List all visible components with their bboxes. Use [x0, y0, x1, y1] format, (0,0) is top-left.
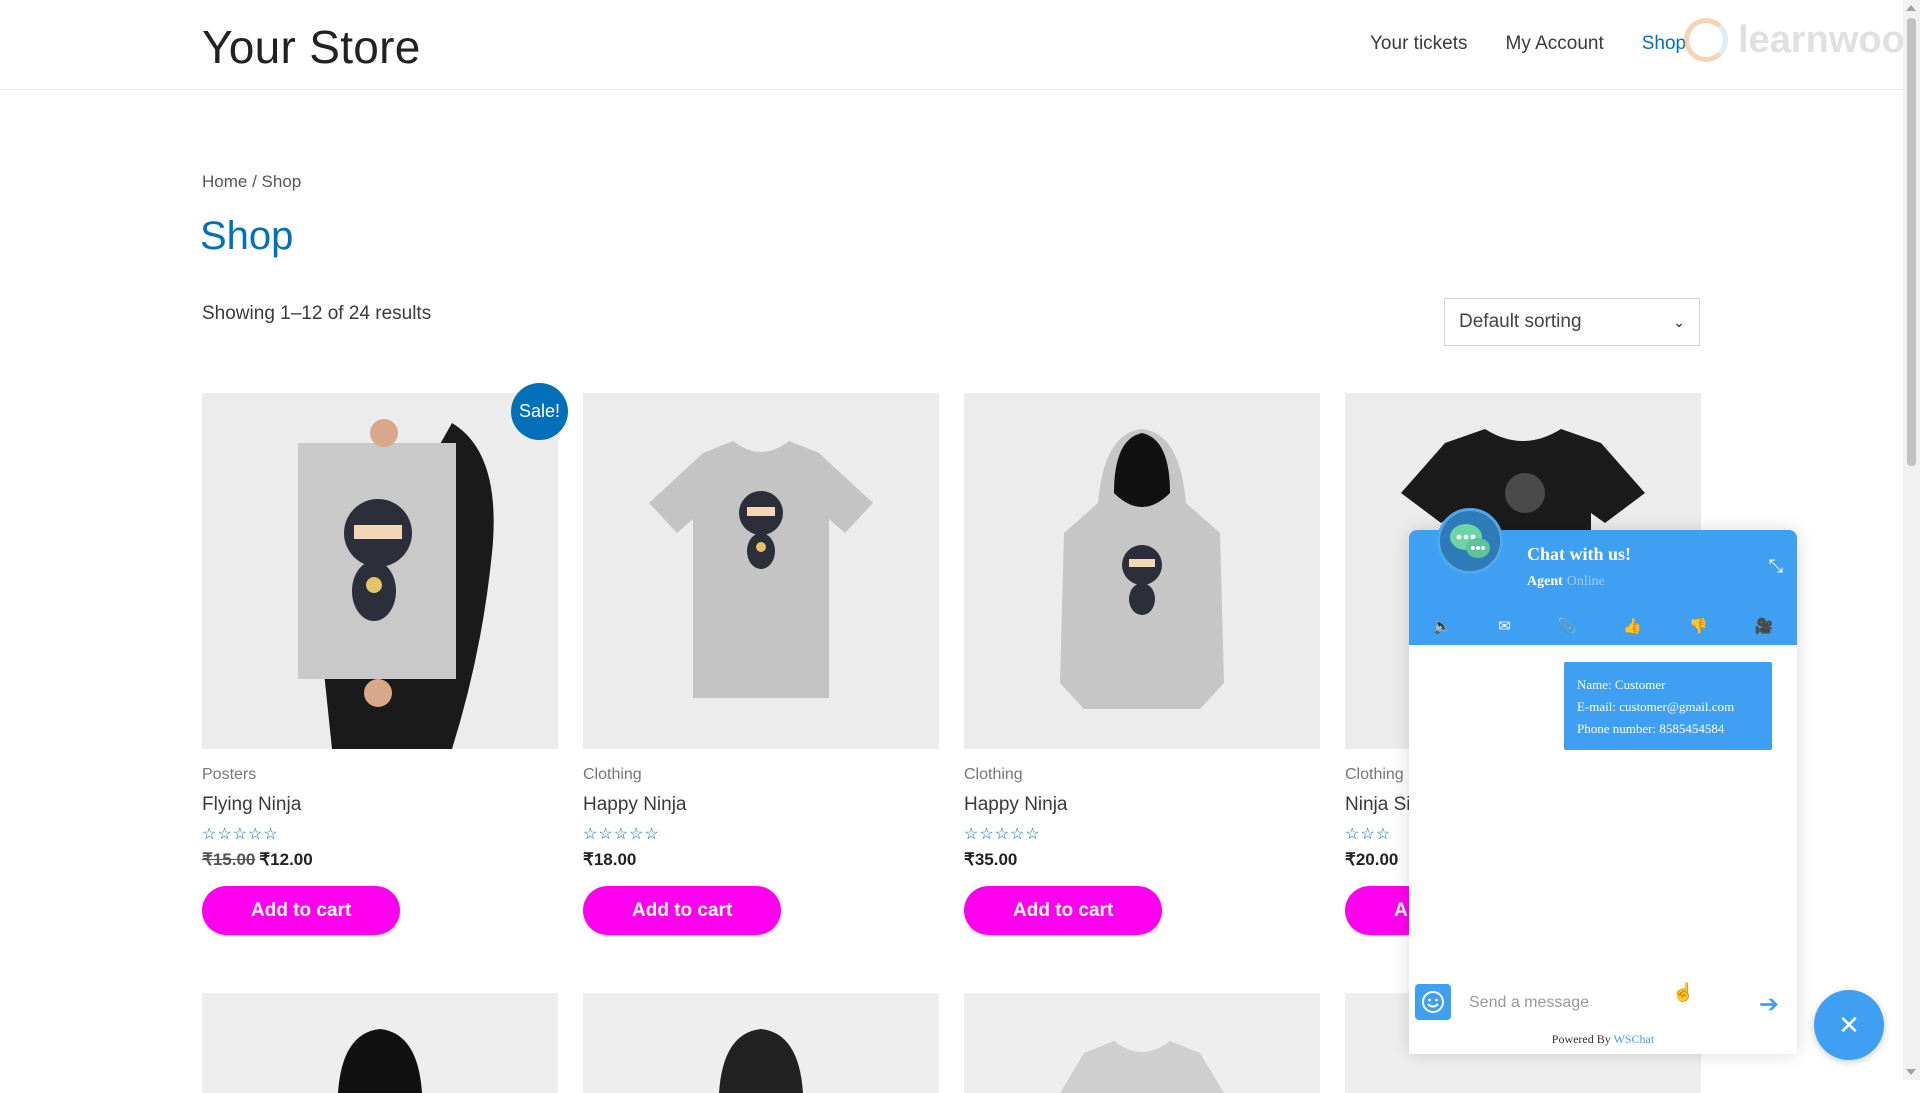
chat-close-button[interactable]: ✕	[1814, 990, 1884, 1060]
powered-by-text: Powered By	[1551, 1032, 1614, 1046]
breadcrumb-home[interactable]: Home	[202, 172, 247, 191]
thumbs-up-icon[interactable]: 👍	[1623, 617, 1642, 635]
product-sale-price: ₹12.00	[259, 850, 313, 869]
add-to-cart-button[interactable]: Add to cart	[964, 886, 1163, 935]
result-count: Showing 1–12 of 24 results	[202, 303, 432, 324]
product-image[interactable]	[202, 993, 558, 1093]
ninja-hoodie-image	[964, 393, 1320, 749]
product-price: ₹18.00	[583, 850, 637, 869]
speaker-icon[interactable]: 🔈	[1432, 617, 1451, 635]
sorting-select[interactable]: Default sorting ⌄	[1444, 298, 1700, 346]
thumbs-down-icon[interactable]: 👎	[1689, 617, 1708, 635]
scroll-down-arrow-icon[interactable]	[1906, 1069, 1916, 1075]
chat-message-line: Name: Customer	[1577, 677, 1666, 692]
chat-message-input[interactable]: Send a message	[1469, 994, 1589, 1012]
rating-stars-icon: ☆☆☆☆☆	[202, 826, 279, 843]
product-price: ₹15.00 ₹12.00	[202, 850, 558, 870]
ninja-tshirt-image	[583, 393, 939, 749]
mail-icon[interactable]: ✉	[1498, 617, 1511, 635]
chat-agent-status: Agent Online	[1527, 574, 1605, 590]
product-image[interactable]	[583, 393, 939, 749]
tshirt-image	[1060, 1041, 1224, 1093]
sorting-selected-value: Default sorting	[1459, 311, 1582, 332]
product-category[interactable]: Clothing	[964, 766, 1320, 784]
site-title[interactable]: Your Store	[202, 20, 421, 74]
send-arrow-icon[interactable]: ➔	[1759, 990, 1779, 1019]
wschat-link[interactable]: WSChat	[1614, 1032, 1655, 1046]
main-nav: Your tickets My Account Shop	[1370, 33, 1724, 55]
product-title[interactable]: Flying Ninja	[202, 794, 558, 816]
chat-online-status: Online	[1566, 574, 1605, 589]
product-old-price: ₹15.00	[202, 850, 256, 869]
chat-input-row: Send a message ➔	[1415, 982, 1791, 1026]
breadcrumb-separator: /	[247, 172, 262, 191]
rating-stars-icon: ☆☆☆☆☆	[583, 826, 660, 843]
product-category[interactable]: Posters	[202, 766, 558, 784]
chat-toolbar: 🔈 ✉ 📎 👍 👎 🎥	[1409, 617, 1797, 635]
rating-stars-icon: ☆☆☆☆☆	[964, 826, 1041, 843]
product-title[interactable]: Happy Ninja	[964, 794, 1320, 816]
product-image[interactable]	[964, 393, 1320, 749]
product-card: Clothing Happy Ninja ☆☆☆☆☆ ₹18.00 Add to…	[583, 393, 939, 935]
sale-badge: Sale!	[511, 383, 568, 440]
attachment-icon[interactable]: 📎	[1558, 617, 1577, 635]
page-title: Shop	[200, 214, 294, 258]
chat-message-line: E-mail: customer@gmail.com	[1577, 699, 1735, 714]
product-image[interactable]	[583, 993, 939, 1093]
add-to-cart-button[interactable]: Add to cart	[202, 886, 401, 935]
scroll-thumb[interactable]	[1907, 18, 1916, 466]
chat-agent-label: Agent	[1527, 574, 1563, 589]
product-card: Clothing Happy Ninja ☆☆☆☆☆ ₹35.00 Add to…	[964, 393, 1320, 935]
chat-title: Chat with us!	[1527, 544, 1632, 564]
hand-cursor-icon: ☝	[1672, 982, 1695, 1002]
expand-icon[interactable]: ⤡	[1769, 556, 1783, 577]
nav-item-your-tickets[interactable]: Your tickets	[1370, 33, 1468, 55]
chat-powered-by: Powered By WSChat	[1409, 1032, 1797, 1047]
ninja-poster-image	[202, 393, 558, 749]
emoji-icon[interactable]	[1415, 984, 1451, 1020]
chat-avatar-icon	[1437, 508, 1503, 574]
nav-item-shop[interactable]: Shop	[1642, 33, 1686, 55]
chat-message-bubble: Name: Customer E-mail: customer@gmail.co…	[1564, 662, 1772, 750]
product-image[interactable]	[202, 393, 558, 749]
breadcrumb: Home / Shop	[202, 172, 301, 192]
product-category[interactable]: Clothing	[583, 766, 939, 784]
product-price: ₹35.00	[964, 850, 1018, 869]
video-icon[interactable]: 🎥	[1755, 617, 1774, 635]
close-icon: ✕	[1838, 1009, 1860, 1040]
site-header: Your Store Your tickets My Account Shop …	[0, 0, 1905, 90]
add-to-cart-button[interactable]: Add to cart	[583, 886, 782, 935]
hoodie-image	[338, 1029, 422, 1093]
chat-header: Chat with us! Agent Online ⤡ 🔈 ✉ 📎 👍 👎 🎥	[1409, 508, 1797, 645]
watermark-text: learnwoo	[1738, 18, 1905, 61]
watermark-logo-icon	[1684, 18, 1728, 62]
hoodie-image	[719, 1029, 803, 1093]
nav-item-my-account[interactable]: My Account	[1506, 33, 1604, 55]
chat-widget: Chat with us! Agent Online ⤡ 🔈 ✉ 📎 👍 👎 🎥 …	[1409, 508, 1797, 1054]
learnwoo-watermark: learnwoo	[1684, 10, 1914, 70]
product-title[interactable]: Happy Ninja	[583, 794, 939, 816]
chevron-down-icon: ⌄	[1673, 313, 1685, 330]
product-card: Posters Flying Ninja ☆☆☆☆☆ ₹15.00 ₹12.00 …	[202, 393, 558, 935]
product-image[interactable]	[964, 993, 1320, 1093]
scroll-up-arrow-icon[interactable]	[1906, 5, 1916, 11]
chat-message-line: Phone number: 8585454584	[1577, 721, 1725, 736]
page-scrollbar[interactable]	[1903, 0, 1920, 1080]
breadcrumb-current: Shop	[261, 172, 302, 191]
